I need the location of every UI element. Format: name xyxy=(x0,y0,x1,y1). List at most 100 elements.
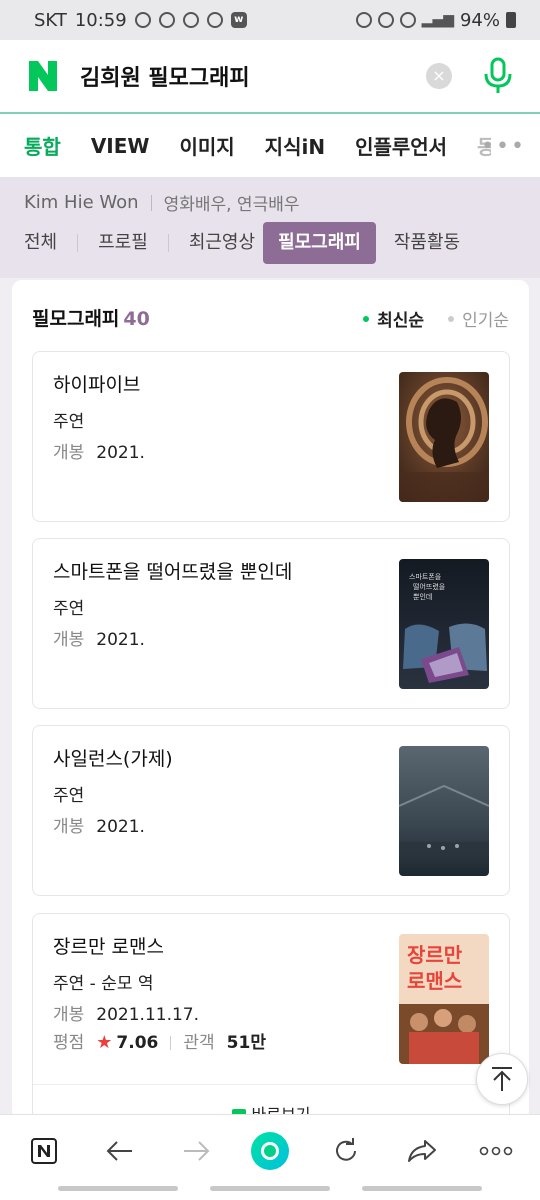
clock: 10:59 xyxy=(74,9,127,31)
battery-level: 94% xyxy=(459,9,500,31)
film-card[interactable]: 하이파이브 주연 개봉 2021. xyxy=(32,351,510,522)
film-poster[interactable] xyxy=(399,372,489,502)
filmography-count: 40 xyxy=(123,308,150,330)
tab-view[interactable]: VIEW xyxy=(91,134,150,158)
film-card[interactable]: 사일런스(가제) 주연 개봉 2021. xyxy=(32,725,510,896)
search-tabs: 통합 VIEW 이미지 지식iN 인플루언서 동 ••• xyxy=(0,114,540,178)
share-button[interactable] xyxy=(400,1129,444,1173)
gesture-bar xyxy=(58,1186,178,1191)
poster-title-line: 장르만 xyxy=(407,943,463,967)
film-title[interactable]: 사일런스(가제) xyxy=(53,744,173,771)
film-card[interactable]: 스마트폰을 떨어뜨렸을 뿐인데 주연 개봉 2021. 스마트폰을 떨어뜨렸을 뿐… xyxy=(32,538,510,709)
search-bar: 김희원 필모그래피 × xyxy=(0,40,540,114)
more-tabs-button[interactable]: ••• xyxy=(481,134,526,159)
release-label: 개봉 xyxy=(53,817,85,837)
film-release: 개봉 2021. xyxy=(53,625,145,650)
share-icon xyxy=(408,1140,436,1162)
subtab-filmography[interactable]: 필모그래피 xyxy=(263,222,376,264)
battery-icon xyxy=(506,12,516,28)
release-date: 2021. xyxy=(96,443,145,463)
divider xyxy=(77,234,79,252)
sort-popular-button[interactable]: 인기순 xyxy=(448,306,509,331)
sort-latest-label: 최신순 xyxy=(377,311,425,331)
poster-image xyxy=(399,746,489,876)
scroll-to-top-button[interactable] xyxy=(476,1053,528,1105)
voice-search-button[interactable] xyxy=(482,56,514,96)
naver-logo[interactable] xyxy=(26,60,60,92)
gesture-bar xyxy=(362,1186,482,1191)
film-poster[interactable]: 장르만 로맨스 xyxy=(399,934,489,1064)
filmography-title: 필모그래피 xyxy=(32,308,120,330)
divider xyxy=(150,194,152,211)
film-card[interactable]: 장르만 로맨스 주연 - 순모 역 개봉 2021.11.17. 평점 ★ 7.06 관… xyxy=(32,913,510,1133)
rating-label: 평점 xyxy=(53,1033,85,1053)
naver-home-button[interactable] xyxy=(22,1129,66,1173)
poster-title-line: 스마트폰을 xyxy=(409,572,442,581)
more-menu-button[interactable] xyxy=(474,1129,518,1173)
carrier: SKT xyxy=(34,9,67,31)
release-date: 2021. xyxy=(96,630,145,650)
film-release: 개봉 2021. xyxy=(53,812,145,837)
tab-influencer[interactable]: 인플루언서 xyxy=(355,131,447,160)
release-date: 2021. xyxy=(96,817,145,837)
dnd-icon xyxy=(134,12,151,28)
naver-logo-icon xyxy=(29,61,57,91)
tab-images[interactable]: 이미지 xyxy=(179,131,234,160)
sort-latest-button[interactable]: 최신순 xyxy=(363,306,424,331)
notification-icon xyxy=(158,12,175,28)
poster-title-line: 로맨스 xyxy=(407,969,462,993)
filmography-heading: 필모그래피 40 xyxy=(32,304,150,331)
tab-integrated[interactable]: 통합 xyxy=(24,131,61,160)
release-date: 2021.11.17. xyxy=(96,1005,200,1025)
film-poster[interactable] xyxy=(399,746,489,876)
arrow-left-icon xyxy=(106,1141,132,1161)
film-title[interactable]: 장르만 로맨스 xyxy=(53,932,164,959)
poster-image: 장르만 로맨스 xyxy=(399,934,489,1064)
person-role: 영화배우, 연극배우 xyxy=(163,195,300,215)
arrow-right-icon xyxy=(184,1141,210,1161)
refresh-icon xyxy=(336,1138,356,1161)
film-title[interactable]: 스마트폰을 떨어뜨렸을 뿐인데 xyxy=(53,557,292,584)
wifi-icon xyxy=(399,12,416,28)
film-title[interactable]: 하이파이브 xyxy=(53,370,140,397)
rating-value: 7.06 xyxy=(116,1033,159,1053)
film-role: 주연 xyxy=(53,412,85,432)
release-label: 개봉 xyxy=(53,443,85,463)
film-stats: 평점 ★ 7.06 관객 51만 xyxy=(53,1028,266,1053)
person-name[interactable]: Kim Hie Won xyxy=(24,192,139,213)
audience-label: 관객 xyxy=(183,1033,215,1053)
green-dot-icon xyxy=(251,1132,289,1170)
back-button[interactable] xyxy=(98,1129,142,1173)
forward-button[interactable] xyxy=(174,1129,218,1173)
poster-title-line: 떨어뜨렸을 xyxy=(413,582,446,591)
status-bar: SKT 10:59 w ▂▄▆ 94% xyxy=(0,0,540,40)
refresh-button[interactable] xyxy=(324,1129,368,1173)
clear-search-button[interactable]: × xyxy=(426,63,452,89)
film-poster[interactable]: 스마트폰을 떨어뜨렸을 뿐인데 xyxy=(399,559,489,689)
subtab-works[interactable]: 작품활동 xyxy=(394,222,460,264)
gesture-bar xyxy=(210,1186,330,1191)
subtab-profile[interactable]: 프로필 xyxy=(98,222,148,264)
sort-options: 최신순 인기순 xyxy=(363,306,509,331)
poster-image: 스마트폰을 떨어뜨렸을 뿐인데 xyxy=(399,559,489,689)
audience-value: 51만 xyxy=(226,1033,266,1053)
profile-header: Kim Hie Won 영화배우, 연극배우 전체 프로필 최근영상 필모그래피… xyxy=(0,178,540,278)
tab-knowledge-in[interactable]: 지식iN xyxy=(265,131,325,160)
chat-icon xyxy=(206,12,223,28)
divider xyxy=(170,1036,172,1050)
search-query[interactable]: 김희원 필모그래피 xyxy=(80,60,250,92)
divider xyxy=(167,234,169,252)
film-release: 개봉 2021.11.17. xyxy=(53,1000,199,1025)
selected-dot-icon xyxy=(363,315,370,322)
green-dot-button[interactable] xyxy=(248,1129,292,1173)
film-role: 주연 xyxy=(53,599,85,619)
sort-popular-label: 인기순 xyxy=(462,311,509,331)
poster-title-line: 뿐인데 xyxy=(413,592,432,601)
arrow-up-icon xyxy=(492,1067,512,1091)
film-role: 주연 - 순모 역 xyxy=(53,974,154,994)
subtab-recent-videos[interactable]: 최근영상 xyxy=(189,222,255,264)
settings-icon xyxy=(182,12,199,28)
subtab-all[interactable]: 전체 xyxy=(24,222,57,264)
more-dots-icon xyxy=(479,1146,513,1156)
release-label: 개봉 xyxy=(53,1005,85,1025)
